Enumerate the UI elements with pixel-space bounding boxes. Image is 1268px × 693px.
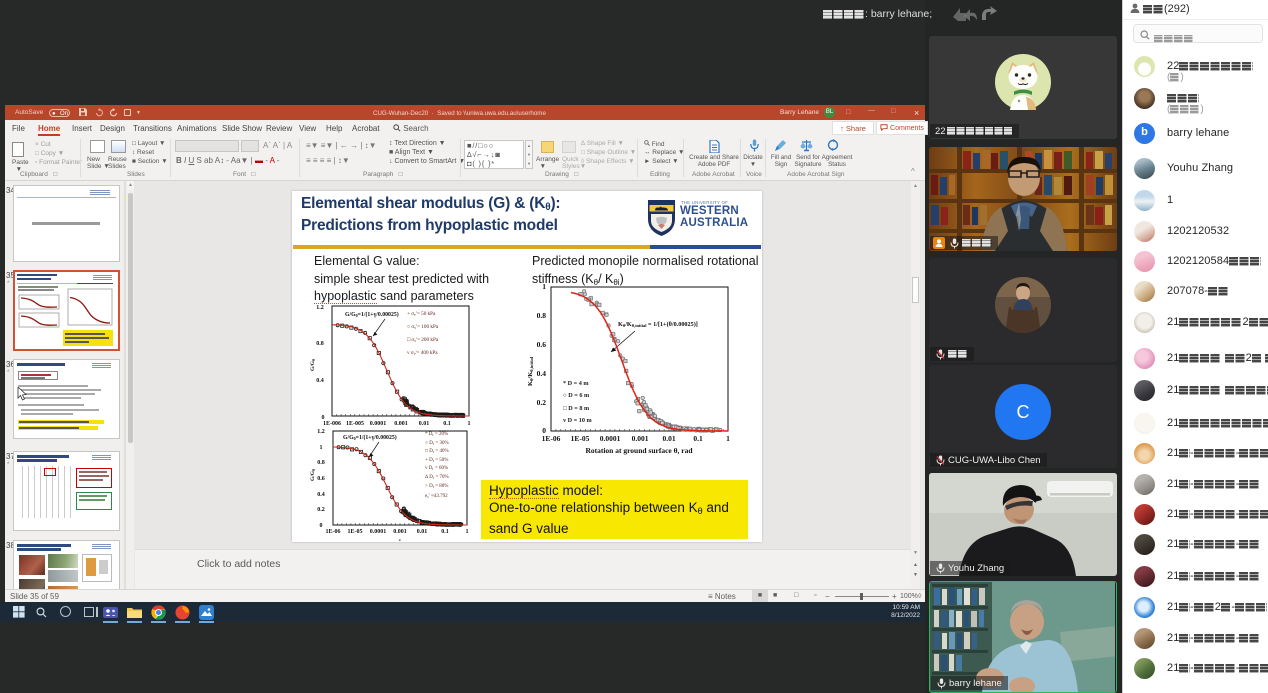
svg-text:G/G0=1/(1+γ/0.00025): G/G0=1/(1+γ/0.00025) bbox=[345, 311, 399, 318]
svg-text:0.0001: 0.0001 bbox=[370, 529, 387, 535]
svg-text:ec' ≈43.792: ec' ≈43.792 bbox=[425, 494, 448, 499]
svg-text:+ σv'= 50 kPa: + σv'= 50 kPa bbox=[407, 311, 436, 317]
svg-text:1E-06: 1E-06 bbox=[542, 434, 561, 443]
svg-text:1E-05: 1E-05 bbox=[348, 529, 363, 535]
svg-text:1.2: 1.2 bbox=[317, 429, 325, 435]
svg-text:□ σv'= 200 kPa: □ σv'= 200 kPa bbox=[407, 337, 439, 343]
svg-text:γ: γ bbox=[398, 539, 402, 541]
svg-text:○ Dr = 30%: ○ Dr = 30% bbox=[425, 441, 449, 446]
svg-text:0.0001: 0.0001 bbox=[600, 434, 621, 443]
svg-text:* D = 4 m: * D = 4 m bbox=[563, 380, 589, 387]
svg-text:○ σv'= 100 kPa: ○ σv'= 100 kPa bbox=[407, 324, 439, 330]
svg-text:0.01: 0.01 bbox=[417, 529, 428, 535]
svg-text:v Dr = 60%: v Dr = 60% bbox=[425, 466, 448, 471]
svg-text:G/G0: G/G0 bbox=[310, 359, 316, 371]
svg-text:1: 1 bbox=[320, 445, 323, 451]
svg-text:* Dr = 20%: * Dr = 20% bbox=[425, 432, 448, 437]
svg-text:0: 0 bbox=[320, 523, 323, 529]
svg-text:1E-05: 1E-05 bbox=[571, 434, 590, 443]
svg-text:1.2: 1.2 bbox=[316, 305, 324, 311]
svg-text:0.01: 0.01 bbox=[662, 434, 675, 443]
svg-text:v σv'= 400 kPa: v σv'= 400 kPa bbox=[407, 350, 438, 356]
svg-text:□ D = 8 m: □ D = 8 m bbox=[563, 405, 590, 412]
svg-text:0.1: 0.1 bbox=[693, 434, 703, 443]
svg-text:0.6: 0.6 bbox=[537, 340, 547, 349]
svg-text:∆ Dr = 70%: ∆ Dr = 70% bbox=[425, 474, 449, 480]
svg-text:0.001: 0.001 bbox=[393, 529, 407, 535]
svg-text:0.8: 0.8 bbox=[537, 311, 547, 320]
svg-text:Rotation at ground surface θ,: Rotation at ground surface θ, rad bbox=[585, 446, 693, 455]
svg-text:+ Dr = 50%: + Dr = 50% bbox=[425, 458, 448, 463]
svg-text:○ D = 6 m: ○ D = 6 m bbox=[563, 392, 590, 399]
svg-text:0.2: 0.2 bbox=[317, 507, 325, 513]
svg-text:0.4: 0.4 bbox=[317, 492, 325, 498]
svg-text:G/G0: G/G0 bbox=[310, 469, 316, 481]
svg-text:0.4: 0.4 bbox=[537, 369, 547, 378]
svg-text:0.6: 0.6 bbox=[317, 476, 325, 482]
svg-text:0.001: 0.001 bbox=[632, 434, 649, 443]
svg-text:1: 1 bbox=[542, 282, 546, 291]
svg-text:□ Dr = 40%: □ Dr = 40% bbox=[425, 449, 449, 454]
svg-text:> Dr = 80%: > Dr = 80% bbox=[425, 484, 448, 489]
svg-text:Kθ/Kθ,initial = 1/[1+(θ/0.0002: Kθ/Kθ,initial = 1/[1+(θ/0.00025)] bbox=[618, 321, 698, 328]
svg-text:G/G0=1/(1+γ/0.00025): G/G0=1/(1+γ/0.00025) bbox=[343, 434, 397, 441]
svg-text:v D = 10 m: v D = 10 m bbox=[563, 417, 592, 424]
svg-text:0.8: 0.8 bbox=[317, 460, 325, 466]
svg-text:Kθ/Kθ,initial: Kθ/Kθ,initial bbox=[527, 356, 534, 386]
svg-text:0.2: 0.2 bbox=[537, 398, 547, 407]
svg-text:1: 1 bbox=[466, 529, 469, 535]
svg-text:1: 1 bbox=[726, 434, 730, 443]
svg-text:1E-06: 1E-06 bbox=[326, 529, 341, 535]
svg-text:0.4: 0.4 bbox=[316, 378, 324, 384]
svg-text:0.8: 0.8 bbox=[316, 341, 324, 347]
svg-text:0.1: 0.1 bbox=[441, 529, 449, 535]
